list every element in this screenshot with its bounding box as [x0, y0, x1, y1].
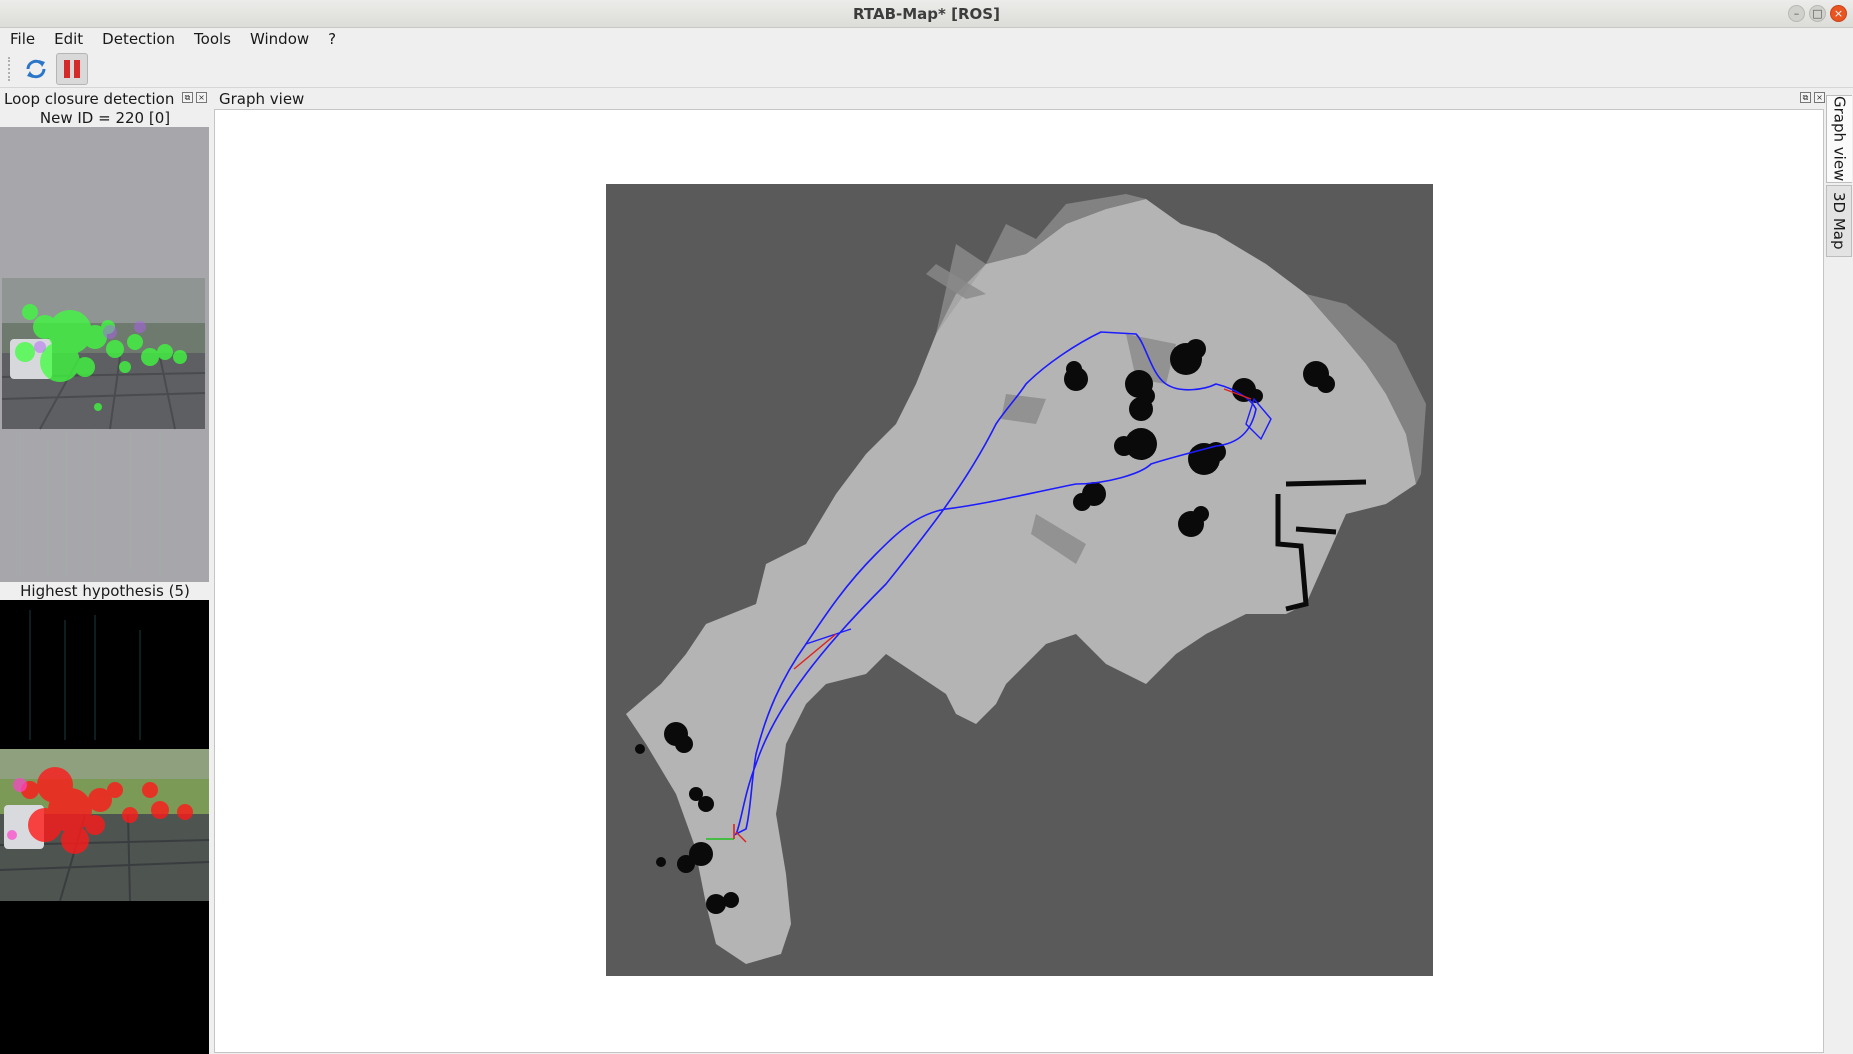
loop-closure-title: Loop closure detection: [4, 90, 175, 108]
tab-graph-view-label: Graph view: [1830, 96, 1849, 182]
menu-edit[interactable]: Edit: [44, 30, 92, 48]
graph-dock-icons: ⧉ ×: [1800, 92, 1825, 103]
occupancy-grid-map[interactable]: [606, 184, 1433, 976]
main-toolbar: [0, 50, 1853, 88]
graph-view-header: Graph view ⧉ ×: [214, 89, 1828, 109]
new-camera-image: [0, 127, 209, 582]
window-titlebar: RTAB-Map* [ROS] – □ ×: [0, 0, 1853, 28]
refresh-button[interactable]: [20, 53, 52, 85]
window-controls: – □ ×: [1788, 5, 1847, 22]
window-title: RTAB-Map* [ROS]: [853, 4, 1000, 23]
menu-window[interactable]: Window: [240, 30, 318, 48]
minimize-button[interactable]: –: [1788, 5, 1805, 22]
loop-closure-dock: Loop closure detection ⧉ × New ID = 220 …: [0, 89, 210, 1054]
loop-closure-header: Loop closure detection ⧉ ×: [0, 89, 210, 109]
tab-graph-view[interactable]: Graph view: [1826, 95, 1852, 183]
new-image-view[interactable]: [0, 127, 209, 582]
maximize-button[interactable]: □: [1809, 5, 1826, 22]
tab-3d-map-label: 3D Map: [1830, 192, 1848, 250]
tab-3d-map[interactable]: 3D Map: [1826, 185, 1852, 257]
pause-button[interactable]: [56, 52, 88, 85]
menu-help[interactable]: ?: [318, 30, 345, 48]
menu-bar: File Edit Detection Tools Window ?: [0, 28, 1853, 50]
menu-file[interactable]: File: [0, 30, 44, 48]
menu-detection[interactable]: Detection: [92, 30, 184, 48]
toolbar-grip[interactable]: [8, 56, 12, 81]
new-id-label: New ID = 220 [0]: [39, 109, 171, 127]
graph-view-title: Graph view: [219, 90, 305, 108]
float-icon[interactable]: ⧉: [1800, 92, 1811, 103]
right-tab-bar: Graph view 3D Map: [1826, 89, 1853, 1053]
graph-view-canvas[interactable]: [214, 109, 1824, 1053]
pause-icon: [64, 59, 80, 78]
dock-icons: ⧉ ×: [182, 92, 207, 103]
refresh-icon: [26, 59, 46, 78]
occupancy-map-drawing: [606, 184, 1433, 976]
hypothesis-label: Highest hypothesis (5): [20, 582, 190, 600]
close-dock-icon[interactable]: ×: [1814, 92, 1825, 103]
float-icon[interactable]: ⧉: [182, 92, 193, 103]
loop-camera-image: [0, 600, 209, 1054]
menu-tools[interactable]: Tools: [184, 30, 240, 48]
close-button[interactable]: ×: [1830, 5, 1847, 22]
close-dock-icon[interactable]: ×: [196, 92, 207, 103]
loop-image-view[interactable]: [0, 600, 209, 1054]
